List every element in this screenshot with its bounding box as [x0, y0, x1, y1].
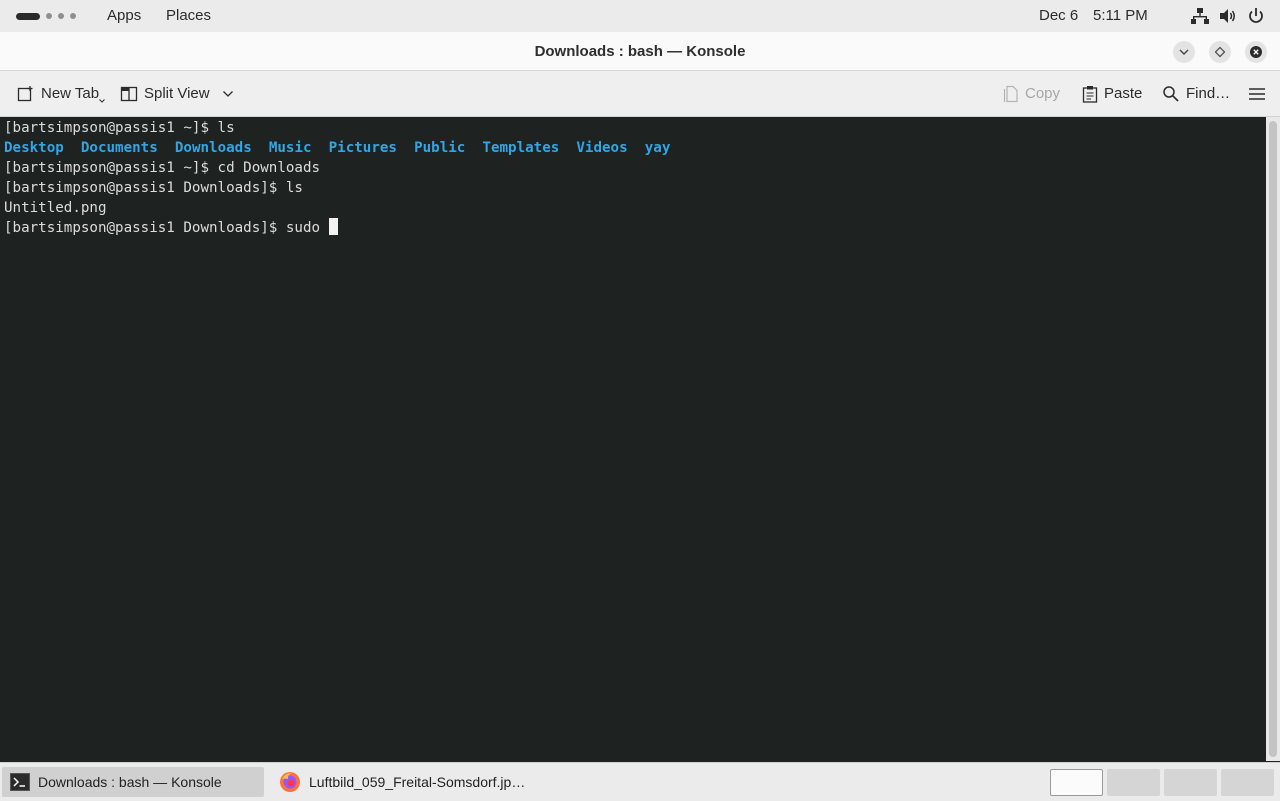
dir-entry: Documents — [80, 140, 158, 156]
hamburger-menu-button[interactable] — [1249, 71, 1265, 116]
find-button[interactable]: Find… — [1162, 71, 1230, 116]
volume-icon[interactable] — [1218, 6, 1238, 26]
minimize-icon — [1179, 49, 1189, 55]
dir-entry: Downloads — [174, 140, 252, 156]
split-view-icon — [120, 86, 138, 101]
task-konsole[interactable]: Downloads : bash — Konsole — [2, 767, 264, 797]
dir-entry: Music — [268, 140, 312, 156]
paste-button[interactable]: Paste — [1082, 71, 1142, 116]
workspace-indicator-dot — [70, 13, 76, 19]
new-tab-icon — [17, 85, 33, 101]
workspace-3[interactable] — [1164, 769, 1217, 796]
dir-entry: Templates — [482, 140, 560, 156]
close-icon — [1250, 46, 1262, 58]
copy-label: Copy — [1025, 85, 1061, 102]
paste-label: Paste — [1104, 85, 1143, 102]
firefox-icon — [280, 772, 300, 792]
terminal-line: Untitled.png — [4, 200, 107, 216]
terminal-icon — [10, 773, 30, 791]
split-view-label: Split View — [144, 85, 210, 102]
dir-entry: Desktop — [4, 140, 64, 156]
scrollbar-thumb[interactable] — [1269, 121, 1277, 757]
clock-date[interactable]: Dec 6 — [1039, 7, 1078, 24]
hamburger-menu-icon — [1249, 87, 1265, 100]
close-button[interactable] — [1245, 41, 1267, 63]
paste-icon — [1082, 85, 1098, 103]
chevron-down-icon — [222, 90, 233, 97]
copy-icon — [1003, 85, 1018, 102]
workspace-indicator-dot — [46, 13, 52, 19]
terminal-cursor — [328, 218, 338, 235]
terminal-line: [bartsimpson@passis1 Downloads]$ ls — [4, 180, 303, 196]
minimize-button[interactable] — [1173, 41, 1195, 63]
find-label: Find… — [1186, 85, 1231, 102]
current-command: [bartsimpson@passis1 Downloads]$ sudo — [4, 220, 329, 236]
dir-entry: Public — [414, 140, 466, 156]
new-tab-label: New Tab — [41, 85, 100, 102]
dir-entry: Videos — [576, 140, 628, 156]
workspace-indicator-dot — [58, 13, 64, 19]
activities-indicator[interactable] — [16, 11, 76, 21]
search-icon — [1163, 85, 1179, 102]
terminal-view[interactable]: [bartsimpson@passis1 ~]$ ls Desktop Docu… — [0, 117, 1266, 761]
dir-entry: Pictures — [328, 140, 397, 156]
terminal-output: [bartsimpson@passis1 ~]$ ls Desktop Docu… — [4, 118, 670, 238]
window-title: Downloads : bash — Konsole — [534, 43, 746, 60]
dir-entry: yay — [644, 140, 671, 156]
workspace-4[interactable] — [1221, 769, 1274, 796]
terminal-scrollbar[interactable] — [1266, 117, 1280, 761]
copy-button[interactable]: Copy — [1003, 71, 1060, 116]
apps-menu[interactable]: Apps — [107, 7, 141, 24]
terminal-line: [bartsimpson@passis1 ~]$ cd Downloads — [4, 160, 321, 176]
bottom-taskbar: Downloads : bash — Konsole Luftbild_059_… — [0, 762, 1280, 801]
places-menu[interactable]: Places — [166, 7, 211, 24]
task-label: Downloads : bash — Konsole — [38, 774, 222, 790]
network-icon[interactable] — [1190, 6, 1210, 26]
workspace-2[interactable] — [1107, 769, 1160, 796]
maximize-button[interactable] — [1209, 41, 1231, 63]
workspace-indicator-active — [16, 12, 40, 20]
terminal-line: [bartsimpson@passis1 ~]$ ls — [4, 120, 235, 136]
clock-time[interactable]: 5:11 PM — [1093, 7, 1148, 24]
konsole-toolbar: New Tab Split View Copy Paste Find… — [0, 71, 1280, 117]
chevron-down-icon — [99, 98, 105, 103]
maximize-icon — [1214, 46, 1226, 58]
task-label: Luftbild_059_Freital-Somsdorf.jp… — [309, 774, 526, 790]
split-view-button[interactable]: Split View — [120, 71, 234, 116]
task-firefox[interactable]: Luftbild_059_Freital-Somsdorf.jp… — [271, 767, 541, 797]
terminal-line-ls-output: Desktop Documents Downloads Music Pictur… — [4, 138, 670, 158]
new-tab-button[interactable]: New Tab — [17, 71, 105, 116]
window-titlebar[interactable]: Downloads : bash — Konsole — [0, 32, 1280, 71]
top-bar: Apps Places Dec 6 5:11 PM — [0, 0, 1280, 32]
power-icon[interactable] — [1246, 6, 1266, 26]
workspace-1[interactable] — [1050, 769, 1103, 796]
terminal-prompt-line: [bartsimpson@passis1 Downloads]$ sudo — [4, 218, 670, 238]
